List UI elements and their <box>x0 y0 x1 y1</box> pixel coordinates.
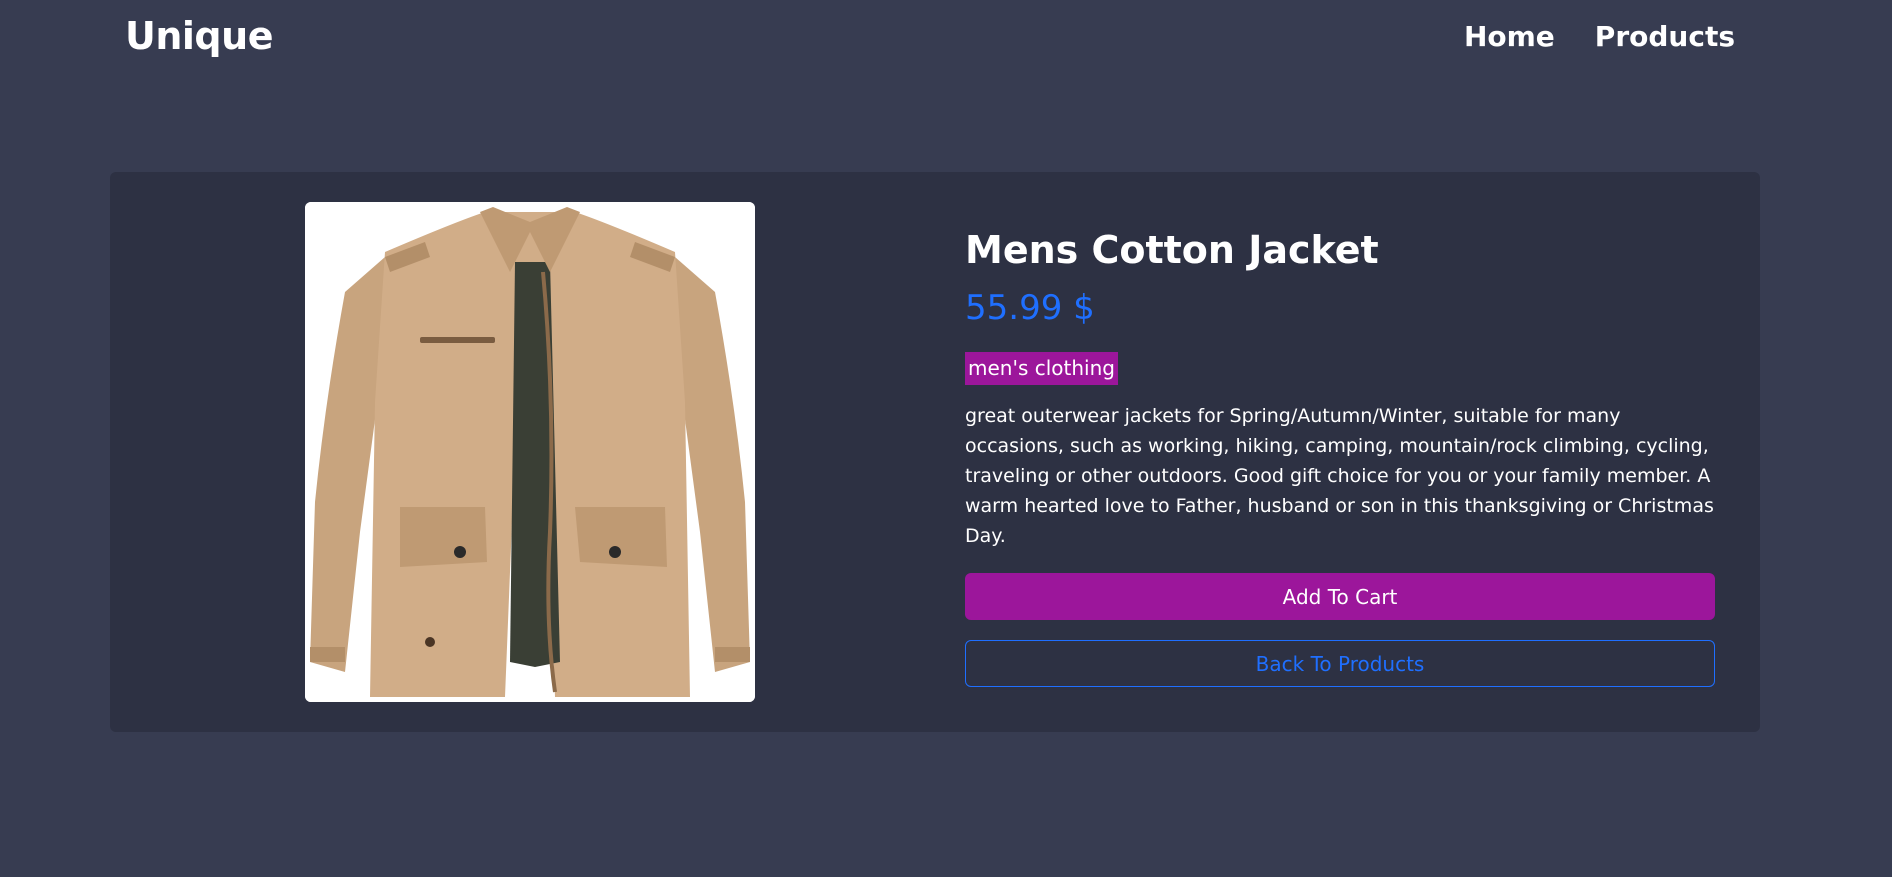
nav-link-products[interactable]: Products <box>1595 20 1735 53</box>
add-to-cart-button[interactable]: Add To Cart <box>965 573 1715 621</box>
nav-link-home[interactable]: Home <box>1464 20 1555 53</box>
product-image <box>305 202 755 702</box>
product-details: Mens Cotton Jacket 55.99 $ men's clothin… <box>965 228 1715 688</box>
nav-links: Home Products <box>1464 20 1735 53</box>
product-card: Mens Cotton Jacket 55.99 $ men's clothin… <box>110 172 1760 732</box>
jacket-image <box>305 202 755 702</box>
back-to-products-button[interactable]: Back To Products <box>965 640 1715 688</box>
category-badge: men's clothing <box>965 352 1118 386</box>
navbar: Unique Home Products <box>0 0 1892 80</box>
product-title: Mens Cotton Jacket <box>965 228 1379 272</box>
brand-logo[interactable]: Unique <box>125 14 273 58</box>
product-description: great outerwear jackets for Spring/Autum… <box>965 405 1714 548</box>
product-price: 55.99 $ <box>965 287 1095 328</box>
